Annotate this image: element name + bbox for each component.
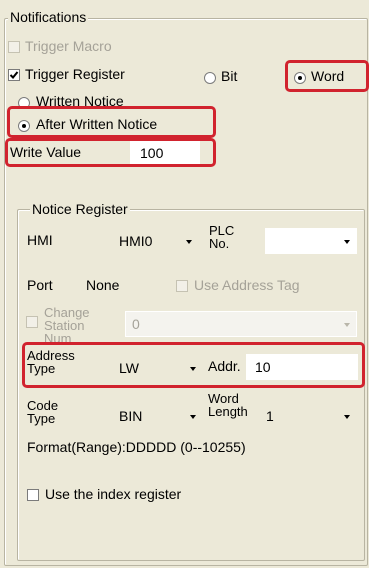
- code-type-label: Code Type: [27, 398, 59, 426]
- code-type-select[interactable]: BIN: [110, 404, 202, 428]
- hmi-label: HMI: [27, 232, 53, 248]
- address-type-highlight: [22, 342, 365, 388]
- trigger-register-label: Trigger Register: [25, 66, 125, 82]
- chevron-down-icon: [344, 240, 350, 244]
- port-label: Port: [27, 277, 53, 293]
- trigger-macro-checkbox[interactable]: [8, 41, 20, 53]
- use-index-register-label: Use the index register: [45, 486, 182, 502]
- change-station-checkbox[interactable]: [26, 316, 38, 328]
- chevron-down-icon: [190, 415, 196, 419]
- station-select[interactable]: 0: [125, 311, 357, 337]
- chevron-down-icon: [186, 240, 192, 244]
- after-written-notice-highlight: [7, 106, 216, 138]
- write-value-highlight: [5, 138, 216, 167]
- bit-label: Bit: [221, 68, 238, 84]
- hmi-select[interactable]: HMI0: [110, 228, 202, 254]
- chevron-down-icon: [344, 323, 350, 327]
- notice-register-legend: Notice Register: [30, 201, 130, 217]
- trigger-macro-label: Trigger Macro: [25, 38, 112, 54]
- trigger-register-checkbox[interactable]: [8, 69, 20, 81]
- word-highlight: [285, 60, 369, 92]
- bit-radio[interactable]: [204, 72, 216, 84]
- word-length-label: Word Length: [208, 391, 248, 419]
- use-address-tag-label: Use Address Tag: [194, 277, 300, 293]
- word-length-select[interactable]: 1: [265, 404, 357, 428]
- check-mark-icon: [9, 71, 19, 79]
- format-range-text: Format(Range):DDDDD (0--10255): [27, 439, 246, 455]
- use-address-tag-checkbox[interactable]: [176, 280, 188, 292]
- port-value: None: [86, 277, 120, 293]
- use-index-register-checkbox[interactable]: [27, 489, 39, 501]
- chevron-down-icon: [344, 415, 350, 419]
- change-station-label: Change Station Num: [44, 305, 90, 346]
- plc-select[interactable]: [265, 228, 357, 254]
- notifications-legend: Notifications: [8, 9, 89, 25]
- plc-label: PLC No.: [209, 223, 235, 251]
